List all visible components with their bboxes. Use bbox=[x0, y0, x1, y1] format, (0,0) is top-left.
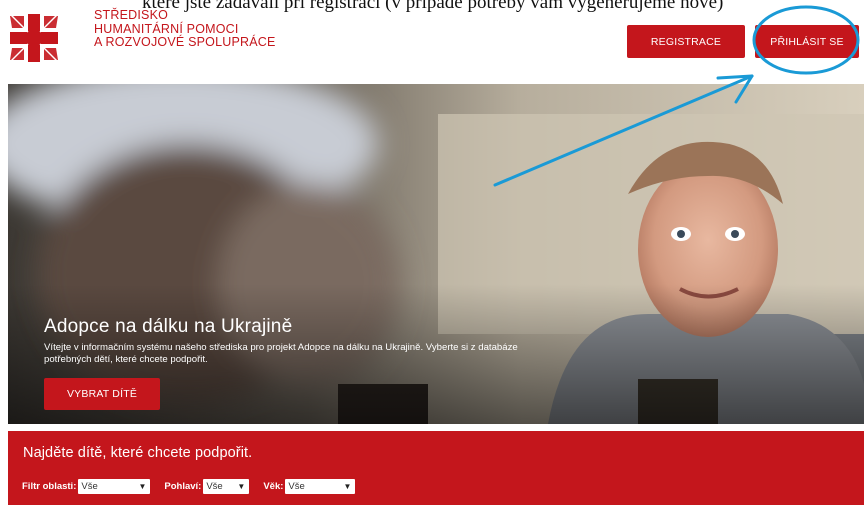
filter-area-select[interactable]: Vše ▼ bbox=[78, 479, 151, 494]
filter-gender-select[interactable]: Vše ▼ bbox=[203, 479, 250, 494]
hero-title: Adopce na dálku na Ukrajině bbox=[44, 316, 293, 337]
login-button[interactable]: PŘIHLÁSIT SE bbox=[755, 25, 859, 58]
hero-description: Vítejte v informačním systému našeho stř… bbox=[44, 342, 518, 365]
org-name-line-3: A ROZVOJOVÉ SPOLUPRÁCE bbox=[94, 35, 276, 49]
org-name: STŘEDISKO HUMANITÁRNÍ POMOCI A ROZVOJOVÉ… bbox=[94, 8, 276, 50]
chevron-down-icon: ▼ bbox=[138, 482, 147, 491]
hero-banner: Adopce na dálku na Ukrajině Vítejte v in… bbox=[8, 84, 864, 424]
hero-text: Adopce na dálku na Ukrajině Vítejte v in… bbox=[44, 316, 564, 366]
search-title: Najděte dítě, které chcete podpořit. bbox=[23, 445, 253, 461]
filter-area-label: Filtr oblasti: bbox=[22, 481, 77, 492]
filter-area-value: Vše bbox=[81, 481, 98, 492]
register-button[interactable]: REGISTRACE bbox=[627, 25, 745, 58]
org-name-line-2: HUMANITÁRNÍ POMOCI bbox=[94, 21, 239, 36]
choose-child-button[interactable]: VYBRAT DÍTĚ bbox=[44, 378, 160, 410]
filter-gender-label: Pohlaví: bbox=[164, 481, 202, 492]
search-section: Najděte dítě, které chcete podpořit. Fil… bbox=[8, 431, 864, 505]
filter-age-value: Vše bbox=[288, 481, 305, 492]
filter-gender-value: Vše bbox=[206, 481, 223, 492]
filter-bar: Filtr oblasti: Vše ▼ Pohlaví: Vše ▼ Věk:… bbox=[22, 479, 369, 494]
hero-photo bbox=[8, 84, 864, 424]
filter-age-select[interactable]: Vše ▼ bbox=[285, 479, 356, 494]
filter-age-label: Věk: bbox=[263, 481, 284, 492]
caritas-logo-icon bbox=[9, 13, 59, 63]
org-name-line-1: STŘEDISKO bbox=[94, 8, 169, 22]
chevron-down-icon: ▼ bbox=[237, 482, 246, 491]
chevron-down-icon: ▼ bbox=[343, 482, 352, 491]
